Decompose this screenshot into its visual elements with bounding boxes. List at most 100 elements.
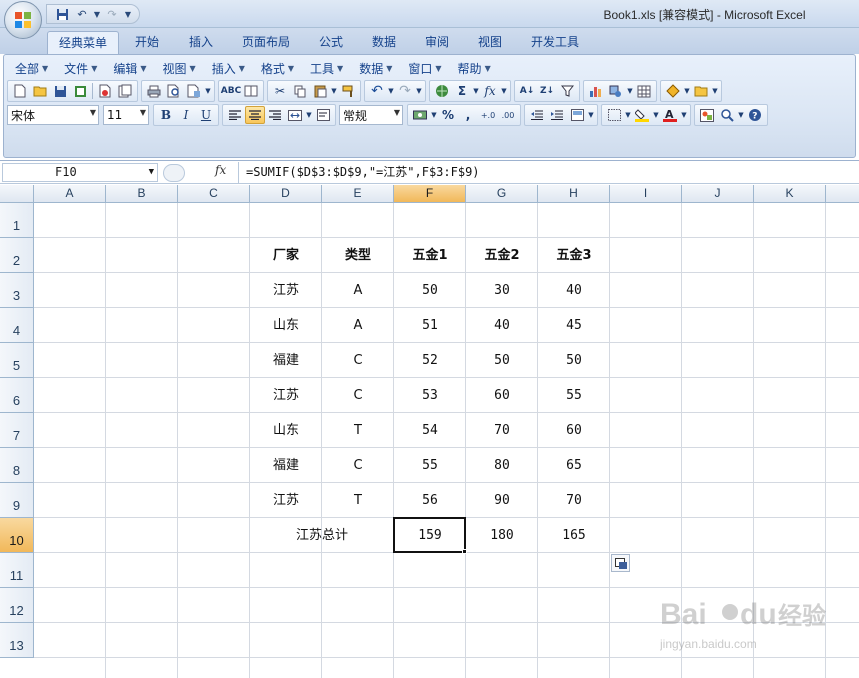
permission-icon[interactable] [70,82,90,100]
table-cell[interactable]: 45 [538,308,610,343]
dropdown-arrow-icon[interactable]: ▼ [624,106,632,124]
column-header-e[interactable]: E [322,185,394,203]
column-header-partial[interactable] [826,185,859,203]
tab-home[interactable]: 开始 [125,31,169,54]
formula-input[interactable]: =SUMIF($D$3:$D$9,"=江苏",F$3:F$9) [238,162,857,183]
table-header-cell[interactable]: 厂家 [250,238,322,273]
table-cell[interactable]: 50 [538,343,610,378]
dropdown-arrow-icon[interactable]: ▼ [415,82,423,100]
italic-button[interactable]: I [176,106,196,124]
row-header-2[interactable]: 2 [0,238,34,273]
table-cell[interactable]: 55 [538,378,610,413]
undo-icon[interactable]: ↶ [367,82,387,100]
page-setup-icon[interactable] [184,82,204,100]
table-cell[interactable]: T [322,483,394,518]
dropdown-arrow-icon[interactable]: ▼ [626,82,634,100]
row-header-12[interactable]: 12 [0,588,34,623]
print-preview-pdf-icon[interactable] [95,82,115,100]
dropdown-arrow-icon[interactable]: ▼ [430,106,438,124]
tab-review[interactable]: 审阅 [415,31,459,54]
column-header-h[interactable]: H [538,185,610,203]
chart-wizard-icon[interactable] [586,82,606,100]
menu-file[interactable]: 文件 ▼ [56,59,105,79]
table-cell[interactable]: 80 [466,448,538,483]
new-document-icon[interactable] [10,82,30,100]
table-cell[interactable]: 山东 [250,308,322,343]
table-cell[interactable]: 江苏 [250,273,322,308]
table-cell[interactable]: 40 [466,308,538,343]
format-painter-icon[interactable] [338,82,358,100]
tab-view[interactable]: 视图 [468,31,512,54]
dropdown-arrow-icon[interactable]: ▼ [680,106,688,124]
column-header-f[interactable]: F [394,185,466,203]
tab-formulas[interactable]: 公式 [309,31,353,54]
sort-descending-icon[interactable]: Z↓ [537,82,557,100]
table-cell[interactable]: 70 [466,413,538,448]
table-cell[interactable]: 70 [538,483,610,518]
menu-all[interactable]: 全部 ▼ [7,59,56,79]
menu-insert[interactable]: 插入 ▼ [204,59,253,79]
dropdown-arrow-icon[interactable]: ▼ [711,82,719,100]
drawing-icon[interactable] [606,82,626,100]
number-format-select[interactable]: 常规 ▼ [339,105,403,125]
align-right-icon[interactable] [265,106,285,124]
dropdown-arrow-icon[interactable]: ▼ [387,82,395,100]
office-button[interactable] [4,1,42,39]
dropdown-arrow-icon[interactable]: ▼ [500,82,508,100]
dropdown-arrow-icon[interactable]: ▼ [330,82,338,100]
insert-function-icon[interactable]: fx [480,82,500,100]
row-header-1[interactable]: 1 [0,203,34,238]
auto-fill-options-icon[interactable] [611,554,630,572]
table-cell[interactable]: A [322,273,394,308]
total-value-cell[interactable]: 180 [466,518,538,553]
font-color-icon[interactable]: A [660,106,680,124]
row-header-3[interactable]: 3 [0,273,34,308]
table-cell[interactable]: 65 [538,448,610,483]
tab-insert[interactable]: 插入 [179,31,223,54]
row-header-8[interactable]: 8 [0,448,34,483]
table-cell[interactable]: 50 [394,273,466,308]
column-header-j[interactable]: J [682,185,754,203]
dropdown-arrow-icon[interactable]: ▼ [472,82,480,100]
align-center-icon[interactable] [245,106,265,124]
fill-color-icon[interactable] [632,106,652,124]
open-folder-icon[interactable] [691,82,711,100]
table-cell[interactable]: 福建 [250,343,322,378]
dropdown-arrow-icon[interactable]: ▼ [737,106,745,124]
clip-art-icon[interactable] [697,106,717,124]
print-icon[interactable] [144,82,164,100]
copy-icon[interactable] [290,82,310,100]
hyperlink-globe-icon[interactable] [432,82,452,100]
total-value-cell[interactable]: 165 [538,518,610,553]
dropdown-arrow-icon[interactable]: ▼ [652,106,660,124]
column-header-i[interactable]: I [610,185,682,203]
font-size-select[interactable]: 11 ▼ [103,105,149,125]
increase-decimal-icon[interactable]: +.0 [478,106,498,124]
autosum-icon[interactable]: Σ [452,82,472,100]
table-cell[interactable]: 40 [538,273,610,308]
row-header-4[interactable]: 4 [0,308,34,343]
table-header-cell[interactable]: 五金1 [394,238,466,273]
percent-style-icon[interactable]: % [438,106,458,124]
increase-indent-icon[interactable] [547,106,567,124]
row-header-9[interactable]: 9 [0,483,34,518]
table-cell[interactable]: 山东 [250,413,322,448]
table-cell[interactable]: 30 [466,273,538,308]
name-box[interactable]: F10 ▼ [2,163,158,182]
table-cell[interactable]: 51 [394,308,466,343]
zoom-magnifier-icon[interactable] [717,106,737,124]
table-header-cell[interactable]: 五金2 [466,238,538,273]
table-cell[interactable]: 90 [466,483,538,518]
decrease-decimal-icon[interactable]: .00 [498,106,518,124]
menu-tools[interactable]: 工具 ▼ [302,59,351,79]
table-cell[interactable]: 54 [394,413,466,448]
menu-format[interactable]: 格式 ▼ [253,59,302,79]
row-header-7[interactable]: 7 [0,413,34,448]
column-header-a[interactable]: A [34,185,106,203]
row-header-11[interactable]: 11 [0,553,34,588]
select-all-button[interactable] [0,185,34,203]
decrease-indent-icon[interactable] [527,106,547,124]
table-cell[interactable]: 江苏 [250,483,322,518]
table-cell[interactable]: C [322,448,394,483]
dropdown-arrow-icon[interactable]: ▼ [204,82,212,100]
